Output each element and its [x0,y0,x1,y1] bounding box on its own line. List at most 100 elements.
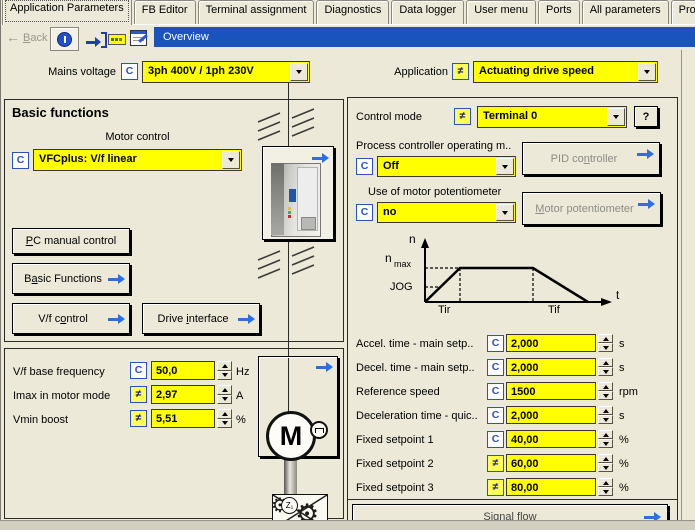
go-into-icon[interactable] [86,32,107,50]
pc-manual-control-button[interactable]: PC manual control [12,228,130,254]
vmin-boost-field[interactable]: 5,51 [151,409,215,428]
fixed-setpoint-3-label: Fixed setpoint 3 [356,482,434,494]
parameter-flag-icon: C [487,335,504,352]
motor-potentiometer-button[interactable]: Motor potentiometer [522,192,661,225]
spin-down-icon[interactable] [217,371,232,381]
motor-symbol: M [266,411,316,461]
unit-label: A [236,390,243,402]
overview-mode-button[interactable] [50,27,79,51]
spin-up-icon[interactable] [217,361,232,371]
tab-all-parameters[interactable]: All parameters [582,0,669,24]
fixed-setpoint-3-spinner [598,478,613,496]
window-bottom-strip [0,521,695,530]
help-button[interactable]: ? [634,106,658,127]
three-phase-hatch-icon [256,244,320,284]
accel-time-label: Accel. time - main setp.. [356,338,473,350]
ramp-profile-graph [352,230,632,324]
reference-speed-field[interactable]: 1500 [506,382,596,400]
encoder-symbol [310,421,328,439]
tab-ports[interactable]: Ports [538,0,580,24]
toolbar: ←Back Overview [0,25,695,50]
basic-functions-button[interactable]: Basic Functions [12,263,130,294]
imax-motor-mode-field[interactable]: 2,97 [151,385,215,404]
properties-icon[interactable] [130,30,147,46]
tab-fb-editor[interactable]: FB Editor [134,0,196,24]
spin-up-icon[interactable] [598,334,613,343]
pid-controller-button[interactable]: PID controller [522,142,660,175]
motor-potentiometer-flag-icon: C [356,204,373,221]
fixed-setpoint-2-field[interactable]: 60,00 [506,454,596,472]
tab-properties[interactable]: Properties [671,0,695,24]
process-controller-flag-icon: C [356,158,373,175]
tab-terminal-assignment[interactable]: Terminal assignment [198,0,315,24]
tab-data-logger[interactable]: Data logger [391,0,464,24]
dropdown-arrow-icon[interactable] [638,63,656,81]
parameter-flag-icon: ≠ [130,386,147,403]
quick-stop-decel-label: Deceleration time - quic.. [356,410,478,422]
inverter-button[interactable] [262,146,334,240]
accel-time-field[interactable]: 2,000 [506,334,596,352]
fixed-setpoint-1-spinner [598,430,613,448]
fixed-setpoint-1-field[interactable]: 40,00 [506,430,596,448]
spin-down-icon[interactable] [217,419,232,429]
spin-up-icon[interactable] [598,478,613,487]
tab-diagnostics[interactable]: Diagnostics [316,0,389,24]
control-mode-dropdown[interactable]: Terminal 0 [477,106,627,128]
vf-base-frequency-field[interactable]: 50,0 [151,361,215,380]
spin-down-icon[interactable] [598,463,613,472]
motor-shaft [284,457,297,496]
motor-control-dropdown[interactable]: VFCplus: V/f linear [33,149,242,171]
vf-base-frequency-spinner [217,361,232,380]
spin-up-icon[interactable] [598,358,613,367]
spin-up-icon[interactable] [217,409,232,419]
spin-down-icon[interactable] [598,367,613,376]
fixed-setpoint-3-field[interactable]: 80,00 [506,478,596,496]
unit-label: s [619,338,625,350]
spin-up-icon[interactable] [598,430,613,439]
parameter-flag-icon: C [487,383,504,400]
tab-application-parameters[interactable]: Application Parameters [2,0,132,25]
back-button[interactable]: ←Back [6,29,47,45]
graph-tif-label: Tif [548,304,560,316]
spin-down-icon[interactable] [217,395,232,405]
dropdown-arrow-icon[interactable] [496,204,514,221]
unit-label: s [619,362,625,374]
dropdown-arrow-icon[interactable] [607,108,625,126]
mains-voltage-dropdown[interactable]: 3ph 400V / 1ph 230V [142,61,310,83]
dropdown-arrow-icon[interactable] [222,151,240,169]
spin-down-icon[interactable] [598,391,613,400]
application-dropdown[interactable]: Actuating drive speed [473,61,658,83]
unit-label: Hz [236,366,249,378]
spin-down-icon[interactable] [598,439,613,448]
spin-down-icon[interactable] [598,343,613,352]
drive-interface-button[interactable]: Drive interface [142,303,260,334]
dropdown-arrow-icon[interactable] [290,63,308,81]
mains-voltage-label: Mains voltage [36,66,116,78]
quick-stop-decel-field[interactable]: 2,000 [506,406,596,424]
spin-up-icon[interactable] [598,382,613,391]
spin-down-icon[interactable] [598,415,613,424]
spin-up-icon[interactable] [598,406,613,415]
tab-user-menu[interactable]: User menu [466,0,536,24]
decel-time-field[interactable]: 2,000 [506,358,596,376]
decel-time-label: Decel. time - main setp.. [356,362,475,374]
motor-potentiometer-dropdown[interactable]: no [377,202,516,223]
reference-speed-label: Reference speed [356,386,440,398]
spin-up-icon[interactable] [598,454,613,463]
parameter-flag-icon: ≠ [487,479,504,496]
dropdown-arrow-icon[interactable] [496,158,514,175]
application-flag-icon: ≠ [452,63,469,80]
motor-control-label: Motor control [33,131,242,143]
value-field-icon[interactable] [108,34,126,45]
parameter-flag-icon: ≠ [130,410,147,427]
parameter-flag-icon: C [487,359,504,376]
imax-motor-mode-spinner [217,385,232,404]
vmin-boost-label: Vmin boost [13,414,68,426]
three-phase-hatch-icon [256,106,320,146]
process-controller-label: Process controller operating m.. [356,140,511,152]
control-mode-label: Control mode [356,111,422,123]
vf-control-button[interactable]: V/f control [12,303,130,334]
process-controller-dropdown[interactable]: Off [377,156,516,177]
spin-down-icon[interactable] [598,487,613,496]
spin-up-icon[interactable] [217,385,232,395]
